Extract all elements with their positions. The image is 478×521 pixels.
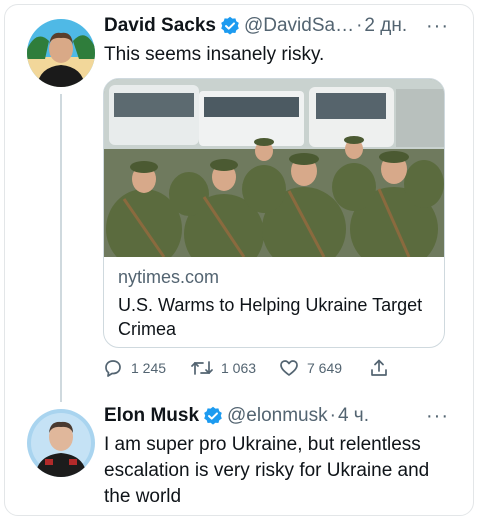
card-image: [104, 79, 444, 274]
more-dots-icon[interactable]: ···: [426, 16, 449, 36]
header-separator: ·: [356, 15, 363, 36]
like-count: 7 649: [307, 360, 343, 376]
thread-connector-line: [60, 94, 62, 402]
card-domain: nytimes.com: [118, 267, 220, 287]
tweet-text: I am super pro Ukraine, but relentless e…: [104, 434, 430, 507]
link-card[interactable]: nytimes.com U.S. Warms to Helping Ukrain…: [103, 78, 445, 348]
author-handle[interactable]: @DavidSa…: [244, 14, 354, 38]
more-dots-icon[interactable]: ···: [426, 406, 449, 426]
heart-icon: [279, 358, 307, 378]
tweet-actions: 1 245 1 063 7 649: [103, 358, 393, 380]
author-name[interactable]: David Sacks: [104, 14, 216, 38]
tweet-timestamp[interactable]: 4 ч.: [338, 404, 369, 428]
retweet-button[interactable]: 1 063: [191, 358, 256, 378]
card-title: U.S. Warms to Helping Ukraine Target Cri…: [118, 295, 423, 339]
tweet-header: Elon Musk @elonmusk · 4 ч.: [104, 404, 369, 428]
tweet-header: David Sacks @DavidSa… · 2 дн.: [104, 14, 407, 38]
avatar-elon-musk[interactable]: [27, 409, 95, 477]
author-name[interactable]: Elon Musk: [104, 404, 199, 428]
reply-icon: [103, 358, 131, 378]
share-button[interactable]: [369, 358, 397, 378]
header-separator: ·: [329, 405, 336, 426]
author-handle[interactable]: @elonmusk: [227, 404, 328, 428]
retweet-icon: [191, 358, 221, 378]
like-button[interactable]: 7 649: [279, 358, 342, 378]
retweet-count: 1 063: [221, 360, 257, 376]
reply-count: 1 245: [131, 360, 167, 376]
tweet-timestamp[interactable]: 2 дн.: [364, 14, 407, 38]
share-icon: [369, 358, 397, 378]
reply-button[interactable]: 1 245: [103, 358, 166, 378]
tweet-text: This seems insanely risky.: [104, 44, 325, 65]
verified-badge-icon: [203, 406, 223, 426]
verified-badge-icon: [220, 16, 240, 36]
avatar-david-sacks[interactable]: [27, 19, 95, 87]
